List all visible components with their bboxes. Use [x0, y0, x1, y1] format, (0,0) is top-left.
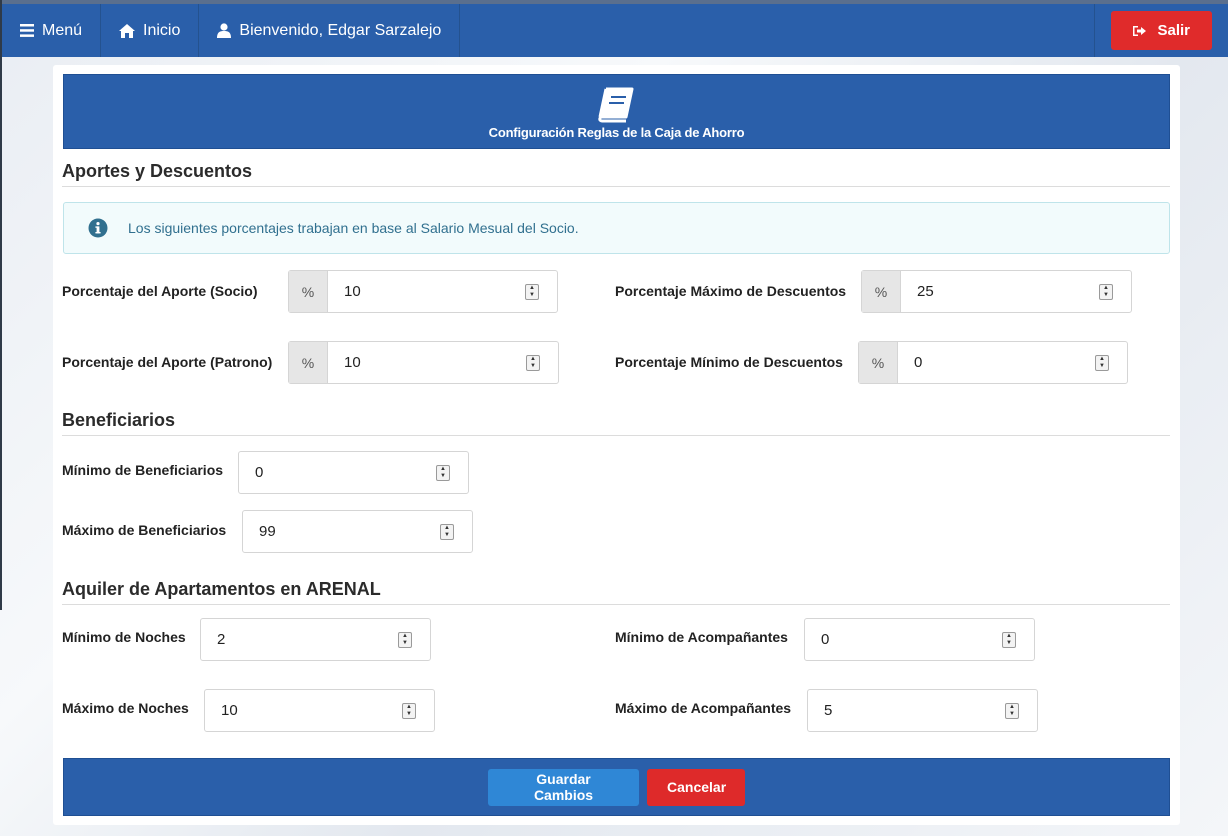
label-min-noches: Mínimo de Noches	[62, 629, 186, 645]
min-descuentos-input[interactable]: % 0 ▲ ▼	[858, 341, 1128, 384]
number-spinner[interactable]: ▲ ▼	[1099, 283, 1113, 300]
spinner-up-icon[interactable]: ▲	[530, 356, 536, 362]
label-aporte-patrono: Porcentaje del Aporte (Patrono)	[62, 354, 273, 370]
min-descuentos-value[interactable]: 0	[898, 342, 1095, 383]
welcome-label: Bienvenido, Edgar Sarzalejo	[239, 21, 442, 39]
menu-label: Menú	[42, 21, 83, 39]
spinner-down-icon[interactable]: ▼	[1006, 640, 1012, 646]
min-acompanantes-input[interactable]: 0 ▲ ▼	[804, 618, 1035, 661]
label-aporte-socio: Porcentaje del Aporte (Socio)	[62, 283, 258, 299]
spinner-down-icon[interactable]: ▼	[530, 363, 536, 369]
aporte-socio-value[interactable]: 10	[328, 271, 525, 312]
info-alert: Los siguientes porcentajes trabajan en b…	[63, 202, 1170, 254]
max-descuentos-value[interactable]: 25	[901, 271, 1099, 312]
spinner-up-icon[interactable]: ▲	[529, 285, 535, 291]
cancel-button[interactable]: Cancelar	[647, 768, 745, 806]
label-max-acompanantes: Máximo de Acompañantes	[615, 700, 792, 716]
number-spinner[interactable]: ▲ ▼	[525, 283, 539, 300]
spinner-up-icon[interactable]: ▲	[1009, 704, 1015, 710]
spinner-up-icon[interactable]: ▲	[440, 466, 446, 472]
aporte-socio-input[interactable]: % 10 ▲ ▼	[288, 270, 558, 313]
label-max-beneficiarios: Máximo de Beneficiarios	[62, 522, 227, 538]
card-header: Configuración Reglas de la Caja de Ahorr…	[63, 74, 1170, 149]
min-beneficiarios-input[interactable]: 0 ▲ ▼	[238, 451, 469, 494]
number-spinner[interactable]: ▲ ▼	[440, 523, 454, 540]
home-icon	[119, 23, 136, 38]
top-navbar: Menú Inicio Bienvenido, Edgar Sarzalejo …	[2, 4, 1228, 57]
max-noches-input[interactable]: 10 ▲ ▼	[204, 689, 435, 732]
info-icon	[88, 218, 108, 238]
min-noches-value[interactable]: 2	[201, 619, 398, 660]
section-title-alquiler: Aquiler de Apartamentos en ARENAL	[62, 579, 1170, 605]
form-actions-bar: Guardar Cambios Cancelar	[63, 758, 1170, 816]
number-spinner[interactable]: ▲ ▼	[1005, 702, 1019, 719]
spinner-down-icon[interactable]: ▼	[444, 532, 450, 538]
label-min-beneficiarios: Mínimo de Beneficiarios	[62, 462, 224, 478]
menu-button[interactable]: Menú	[2, 4, 102, 57]
spinner-down-icon[interactable]: ▼	[406, 711, 412, 717]
percent-addon: %	[862, 271, 901, 312]
hamburger-icon	[20, 24, 34, 37]
spinner-down-icon[interactable]: ▼	[529, 292, 535, 298]
logout-button[interactable]: Salir	[1111, 11, 1212, 50]
book-icon	[598, 87, 634, 123]
min-noches-input[interactable]: 2 ▲ ▼	[200, 618, 431, 661]
settings-card: Configuración Reglas de la Caja de Ahorr…	[53, 65, 1180, 825]
label-min-descuentos: Porcentaje Mínimo de Descuentos	[615, 354, 843, 370]
section-title-beneficiarios: Beneficiarios	[62, 410, 1170, 436]
logout-label: Salir	[1157, 22, 1190, 39]
percent-addon: %	[289, 271, 328, 312]
max-acompanantes-value[interactable]: 5	[808, 690, 1005, 731]
spinner-up-icon[interactable]: ▲	[1006, 633, 1012, 639]
nav-right-area: Salir	[1094, 4, 1228, 57]
spinner-up-icon[interactable]: ▲	[1103, 285, 1109, 291]
spinner-up-icon[interactable]: ▲	[406, 704, 412, 710]
home-label: Inicio	[143, 21, 181, 39]
user-icon	[217, 23, 232, 38]
label-min-acompanantes: Mínimo de Acompañantes	[615, 629, 788, 645]
max-noches-value[interactable]: 10	[205, 690, 402, 731]
spinner-down-icon[interactable]: ▼	[402, 640, 408, 646]
aporte-patrono-input[interactable]: % 10 ▲ ▼	[288, 341, 559, 384]
percent-addon: %	[289, 342, 328, 383]
number-spinner[interactable]: ▲ ▼	[402, 702, 416, 719]
card-title: Configuración Reglas de la Caja de Ahorr…	[488, 125, 745, 140]
number-spinner[interactable]: ▲ ▼	[398, 631, 412, 648]
spinner-up-icon[interactable]: ▲	[402, 633, 408, 639]
spinner-up-icon[interactable]: ▲	[1099, 356, 1105, 362]
spinner-down-icon[interactable]: ▼	[1103, 292, 1109, 298]
user-welcome[interactable]: Bienvenido, Edgar Sarzalejo	[199, 4, 461, 57]
sign-out-icon	[1133, 25, 1147, 36]
percent-addon: %	[859, 342, 898, 383]
min-acompanantes-value[interactable]: 0	[805, 619, 1002, 660]
spinner-down-icon[interactable]: ▼	[1099, 363, 1105, 369]
label-max-descuentos: Porcentaje Máximo de Descuentos	[615, 283, 847, 299]
number-spinner[interactable]: ▲ ▼	[526, 354, 540, 371]
window-left-border	[0, 0, 2, 610]
spinner-down-icon[interactable]: ▼	[1009, 711, 1015, 717]
max-descuentos-input[interactable]: % 25 ▲ ▼	[861, 270, 1132, 313]
save-button[interactable]: Guardar Cambios	[488, 768, 639, 806]
info-alert-text: Los siguientes porcentajes trabajan en b…	[128, 220, 579, 236]
max-acompanantes-input[interactable]: 5 ▲ ▼	[807, 689, 1038, 732]
max-beneficiarios-value[interactable]: 99	[243, 511, 440, 552]
spinner-up-icon[interactable]: ▲	[444, 525, 450, 531]
spinner-down-icon[interactable]: ▼	[440, 473, 446, 479]
max-beneficiarios-input[interactable]: 99 ▲ ▼	[242, 510, 473, 553]
section-title-aportes: Aportes y Descuentos	[62, 161, 1170, 187]
min-beneficiarios-value[interactable]: 0	[239, 452, 436, 493]
number-spinner[interactable]: ▲ ▼	[1002, 631, 1016, 648]
aporte-patrono-value[interactable]: 10	[328, 342, 526, 383]
number-spinner[interactable]: ▲ ▼	[1095, 354, 1109, 371]
label-max-noches: Máximo de Noches	[62, 700, 189, 716]
number-spinner[interactable]: ▲ ▼	[436, 464, 450, 481]
home-link[interactable]: Inicio	[101, 4, 200, 57]
